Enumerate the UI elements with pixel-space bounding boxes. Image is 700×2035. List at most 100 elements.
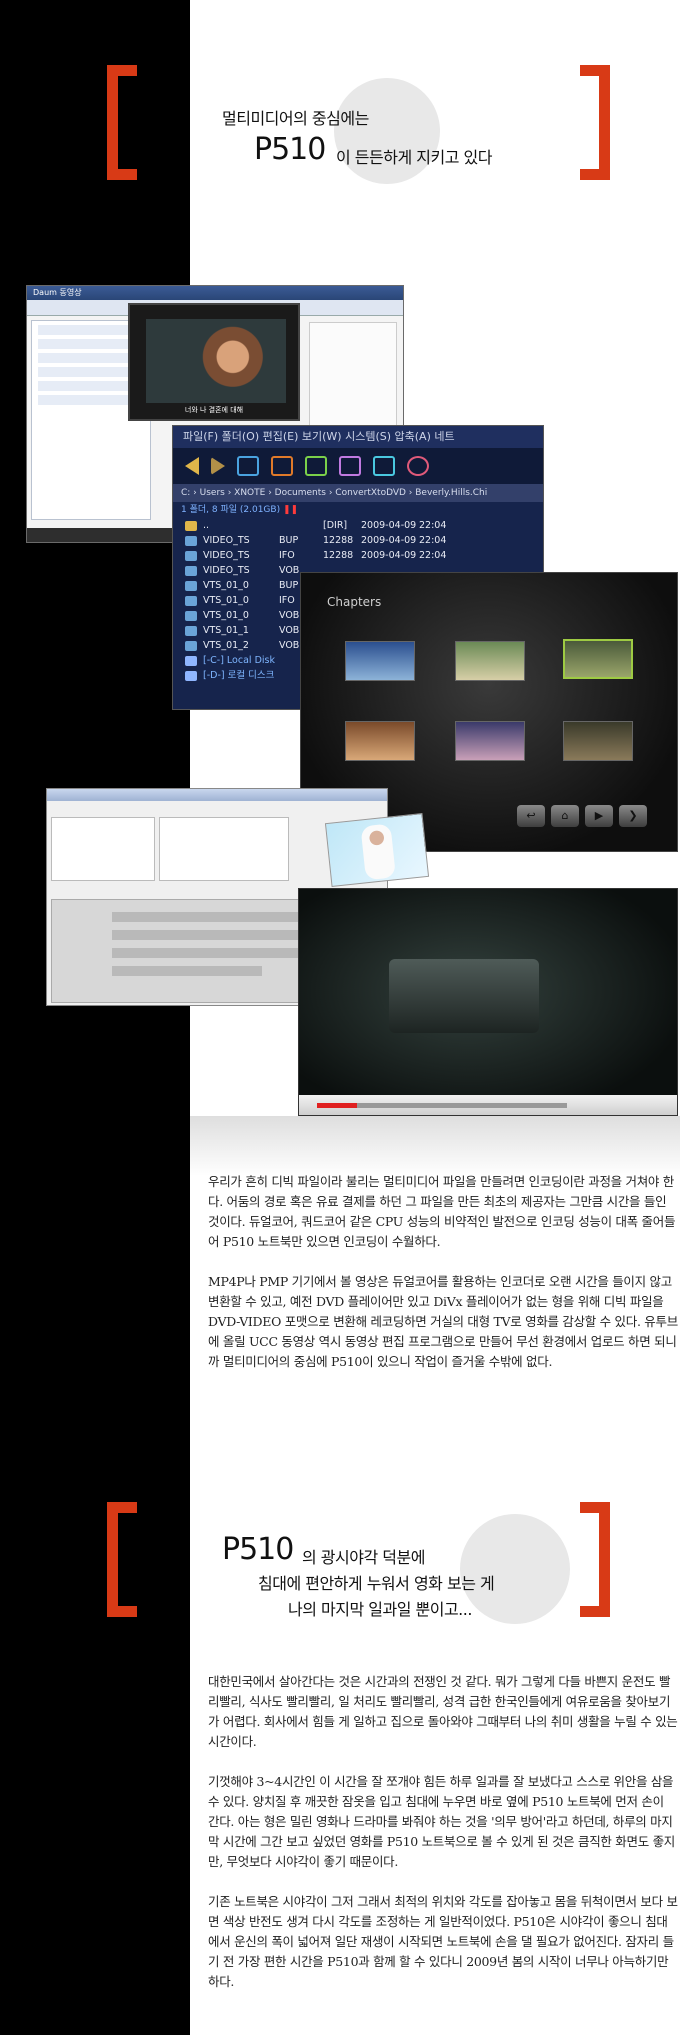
seek-progress bbox=[317, 1103, 357, 1108]
file-date: 2009-04-09 bbox=[361, 535, 417, 546]
chapter-thumbnail-selected[interactable] bbox=[563, 639, 633, 679]
file-ext: VOB bbox=[279, 625, 300, 636]
explorer-summary: 1 폴더, 8 파일 (2.01GB) ❚❚ bbox=[173, 502, 543, 518]
file-time: 22:04 bbox=[419, 550, 447, 561]
file-icon bbox=[185, 551, 197, 561]
section2-line2: 침대에 편안하게 누워서 영화 보는 게 bbox=[258, 1574, 495, 1593]
pause-icon: ❚❚ bbox=[282, 505, 299, 515]
video-frame: 너와 나 결혼에 대해 bbox=[128, 303, 300, 421]
game-scene bbox=[389, 959, 539, 1033]
article-text-1: 우리가 흔히 디빅 파일이라 불리는 멀티미디어 파일을 만들려면 인코딩이란 … bbox=[208, 1172, 678, 1392]
section2-header: P510 의 광시야각 덕분에 침대에 편안하게 누워서 영화 보는 게 나의 … bbox=[0, 1490, 700, 1650]
section2-line3: 나의 마지막 일과일 뿐이고... bbox=[288, 1600, 472, 1619]
section1-tail: 이 든든하게 지키고 있다 bbox=[336, 148, 492, 167]
file-size: 12288 bbox=[323, 535, 354, 546]
music-icon bbox=[339, 456, 361, 476]
link-icon bbox=[373, 456, 395, 476]
file-name: VTS_01_0 bbox=[203, 595, 249, 606]
file-time: 22:04 bbox=[419, 535, 447, 546]
file-ext: VOB bbox=[279, 640, 300, 651]
circle-decoration bbox=[460, 1514, 570, 1624]
section1-model-name: P510 bbox=[254, 132, 326, 167]
file-name: .. bbox=[203, 520, 210, 531]
heart-icon bbox=[407, 456, 429, 476]
file-date: 2009-04-09 bbox=[361, 520, 417, 531]
disk-icon bbox=[185, 656, 197, 666]
chapters-play-button[interactable]: ▶ bbox=[585, 805, 613, 827]
file-ext: VOB bbox=[279, 610, 300, 621]
section2-line1: 의 광시야각 덕분에 bbox=[302, 1548, 425, 1567]
editor-folder-tree bbox=[51, 817, 155, 881]
paragraph: 기껏해야 3~4시간인 이 시간을 잘 쪼개야 힘든 하루 일과를 잘 보냈다고… bbox=[208, 1774, 675, 1869]
file-size: [DIR] bbox=[323, 520, 348, 531]
section1-header: 멀티미디어의 중심에는 P510 이 든든하게 지키고 있다 bbox=[0, 0, 700, 200]
paragraph: 기존 노트북은 시야각이 그저 그래서 최적의 위치와 각도를 잡아놓고 몸을 … bbox=[208, 1894, 678, 1989]
video-window-title: Daum 동영상 bbox=[27, 286, 403, 300]
photo-person bbox=[360, 823, 396, 881]
file-name: VTS_01_0 bbox=[203, 580, 249, 591]
file-name: [-D-] 로컬 디스크 bbox=[203, 670, 275, 681]
file-name: [-C-] Local Disk bbox=[203, 655, 275, 666]
editor-titlebar bbox=[47, 789, 387, 801]
file-icon bbox=[185, 581, 197, 591]
file-icon bbox=[185, 566, 197, 576]
forward-icon bbox=[211, 457, 225, 475]
file-row[interactable]: VIDEO_TS IFO 12288 2009-04-09 22:04 bbox=[173, 548, 543, 563]
paragraph: 우리가 흔히 디빅 파일이라 불리는 멀티미디어 파일을 만들려면 인코딩이란 … bbox=[208, 1174, 676, 1249]
video-still-image bbox=[146, 319, 286, 403]
file-row[interactable]: .. [DIR] 2009-04-09 22:04 bbox=[173, 518, 543, 533]
chapters-next-button[interactable]: ❯ bbox=[619, 805, 647, 827]
file-ext: IFO bbox=[279, 595, 295, 606]
game-video-player bbox=[298, 888, 678, 1116]
right-bracket-decoration bbox=[580, 65, 610, 180]
file-row[interactable]: VIDEO_TS BUP 12288 2009-04-09 22:04 bbox=[173, 533, 543, 548]
file-name: VIDEO_TS bbox=[203, 550, 250, 561]
article-text-2: 대한민국에서 살아간다는 것은 시간과의 전쟁인 것 같다. 뭐가 그렇게 다들… bbox=[208, 1672, 678, 2012]
editor-file-pane bbox=[159, 817, 289, 881]
file-icon bbox=[185, 626, 197, 636]
disk-icon bbox=[185, 671, 197, 681]
explorer-menubar: 파일(F) 폴더(O) 편집(E) 보기(W) 시스템(S) 압축(A) 네트 bbox=[173, 426, 543, 448]
chapters-title: Chapters bbox=[327, 595, 382, 609]
paragraph: 대한민국에서 살아간다는 것은 시간과의 전쟁인 것 같다. 뭐가 그렇게 다들… bbox=[208, 1674, 678, 1749]
explorer-path: C: › Users › XNOTE › Documents › Convert… bbox=[173, 484, 543, 502]
file-ext: BUP bbox=[279, 580, 299, 591]
video-subtitle: 너와 나 결혼에 대해 bbox=[184, 406, 244, 414]
player-control-bar bbox=[299, 1095, 677, 1115]
file-ext: IFO bbox=[279, 550, 295, 561]
file-name: VTS_01_2 bbox=[203, 640, 249, 651]
file-name: VTS_01_1 bbox=[203, 625, 249, 636]
chapter-thumbnail[interactable] bbox=[563, 721, 633, 761]
explorer-summary-text: 1 폴더, 8 파일 (2.01GB) bbox=[181, 505, 281, 515]
reflection-shadow bbox=[190, 1116, 680, 1176]
left-bracket-decoration bbox=[107, 65, 137, 180]
file-name: VIDEO_TS bbox=[203, 565, 250, 576]
chapters-back-button[interactable]: ↩ bbox=[517, 805, 545, 827]
file-ext: VOB bbox=[279, 565, 300, 576]
camera-icon bbox=[305, 456, 327, 476]
file-date: 2009-04-09 bbox=[361, 550, 417, 561]
explorer-toolbar bbox=[173, 448, 543, 484]
file-name: VIDEO_TS bbox=[203, 535, 250, 546]
chapter-thumbnail[interactable] bbox=[345, 721, 415, 761]
chapter-thumbnail[interactable] bbox=[455, 721, 525, 761]
section1-intro: 멀티미디어의 중심에는 bbox=[222, 109, 369, 128]
section2-model-name: P510 bbox=[222, 1532, 294, 1567]
circle-decoration bbox=[334, 78, 440, 184]
chapters-home-button[interactable]: ⌂ bbox=[551, 805, 579, 827]
file-time: 22:04 bbox=[419, 520, 447, 531]
folder-icon bbox=[185, 521, 197, 531]
chapter-thumbnail[interactable] bbox=[345, 641, 415, 681]
left-bracket-decoration bbox=[107, 1502, 137, 1617]
window-icon bbox=[237, 456, 259, 476]
chapter-thumbnail[interactable] bbox=[455, 641, 525, 681]
wedding-photo-preview bbox=[324, 813, 430, 887]
back-icon bbox=[185, 457, 199, 475]
file-icon bbox=[185, 611, 197, 621]
seek-bar[interactable] bbox=[317, 1103, 567, 1108]
file-name: VTS_01_0 bbox=[203, 610, 249, 621]
file-icon bbox=[185, 536, 197, 546]
right-bracket-decoration bbox=[580, 1502, 610, 1617]
paragraph: MP4P나 PMP 기기에서 볼 영상은 듀얼코어를 활용하는 인코더로 오랜 … bbox=[208, 1274, 678, 1369]
folder-icon bbox=[271, 456, 293, 476]
